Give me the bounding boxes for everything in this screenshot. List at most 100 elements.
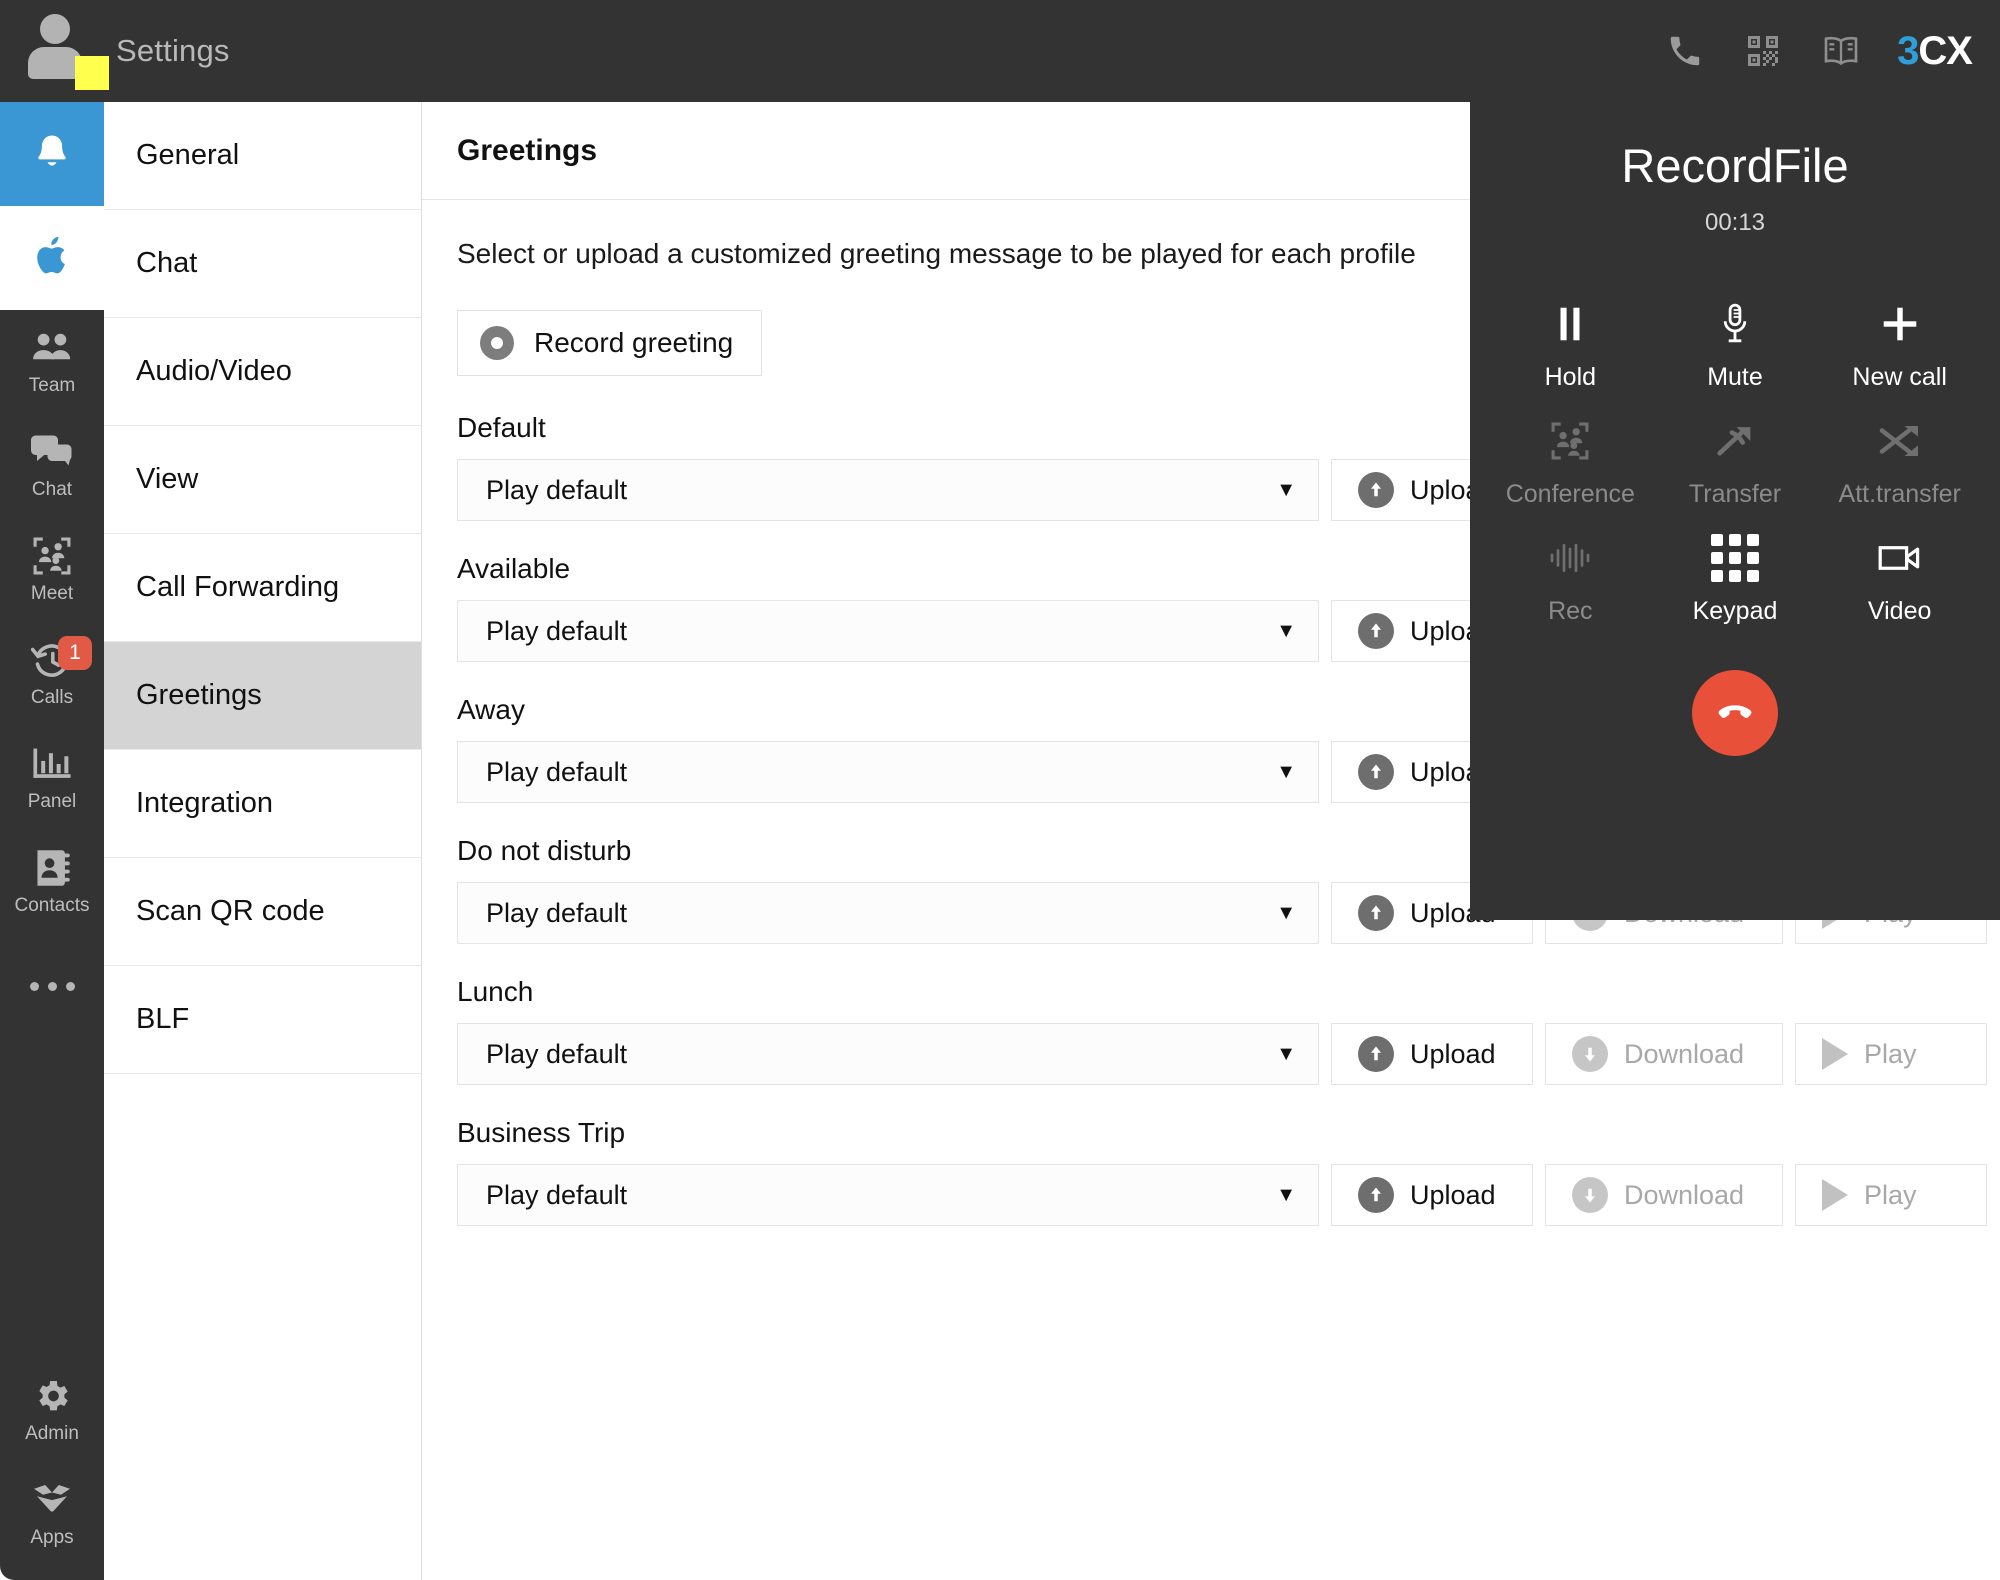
greeting-select-value: Play default — [486, 897, 628, 928]
hangup-button[interactable] — [1692, 670, 1778, 756]
sidebar-item-label: Meet — [30, 583, 74, 604]
settings-menu-item-view[interactable]: View — [104, 426, 421, 534]
play-triangle-icon — [1822, 1038, 1848, 1070]
waveform-icon — [1549, 533, 1591, 583]
menu-item-label: Greetings — [136, 679, 262, 711]
greeting-select-value: Play default — [486, 615, 628, 646]
greeting-select-value: Play default — [486, 1038, 628, 1069]
keypad-icon — [1710, 533, 1759, 583]
greeting-select[interactable]: Play default ▼ — [457, 882, 1319, 944]
record-greeting-label: Record greeting — [534, 327, 734, 358]
greeting-select[interactable]: Play default ▼ — [457, 1023, 1319, 1085]
rec-button[interactable]: Rec — [1488, 533, 1653, 626]
sidebar-item-calls[interactable]: 1 Calls — [0, 622, 104, 726]
sidebar-item-label: Chat — [31, 479, 73, 500]
sidebar-notifications-tile[interactable] — [0, 102, 104, 206]
mute-label: Mute — [1707, 363, 1763, 391]
download-button[interactable]: Download — [1545, 1023, 1783, 1085]
sidebar-item-admin[interactable]: Admin — [0, 1358, 104, 1462]
greeting-select[interactable]: Play default ▼ — [457, 741, 1319, 803]
sidebar-platform-tile[interactable] — [0, 206, 104, 310]
sidebar-item-label: Admin — [25, 1423, 79, 1444]
call-party-name: RecordFile — [1621, 139, 1849, 192]
hold-button[interactable]: Hold — [1488, 299, 1653, 392]
mute-button[interactable]: Mute — [1653, 299, 1818, 392]
new-call-button[interactable]: New call — [1817, 299, 1982, 392]
greeting-row-lunch: Lunch Play default ▼ Upload Download Pla… — [457, 976, 2000, 1085]
settings-menu-item-general[interactable]: General — [104, 102, 421, 210]
sidebar-item-label: Calls — [30, 687, 74, 708]
video-button[interactable]: Video — [1817, 533, 1982, 626]
menu-item-label: Call Forwarding — [136, 571, 340, 603]
pause-icon — [1553, 299, 1587, 349]
settings-menu-item-chat[interactable]: Chat — [104, 210, 421, 318]
phone-icon[interactable] — [1663, 29, 1707, 73]
hangup-phone-icon — [1712, 688, 1758, 739]
settings-menu-item-audio-video[interactable]: Audio/Video — [104, 318, 421, 426]
new-call-label: New call — [1852, 363, 1947, 391]
sidebar-item-meet[interactable]: Meet — [0, 518, 104, 622]
greeting-row-business-trip: Business Trip Play default ▼ Upload Down… — [457, 1117, 2000, 1226]
avatar[interactable] — [0, 0, 109, 102]
upload-arrow-icon — [1358, 754, 1394, 790]
settings-menu-item-integration[interactable]: Integration — [104, 750, 421, 858]
contacts-book-icon — [31, 847, 73, 889]
call-controls-grid: Hold Mute New call Conference Transfer A… — [1470, 299, 2000, 626]
top-bar: Settings 3CX — [0, 0, 2000, 102]
play-button[interactable]: Play — [1795, 1023, 1987, 1085]
play-triangle-icon — [1822, 1179, 1848, 1211]
play-button[interactable]: Play — [1795, 1164, 1987, 1226]
rec-label: Rec — [1548, 597, 1593, 625]
app-window: Settings 3CX Team Chat Meet 1 Calls Pane… — [0, 0, 2000, 1580]
greeting-select[interactable]: Play default ▼ — [457, 459, 1319, 521]
download-label: Download — [1624, 1038, 1745, 1069]
chevron-down-icon: ▼ — [1276, 1042, 1296, 1065]
settings-menu-item-call-forwarding[interactable]: Call Forwarding — [104, 534, 421, 642]
panel-chart-icon — [31, 743, 73, 785]
menu-item-label: Audio/Video — [136, 355, 292, 387]
chevron-down-icon: ▼ — [1276, 619, 1296, 642]
upload-button[interactable]: Upload — [1331, 1164, 1533, 1226]
menu-item-label: View — [136, 463, 199, 495]
sidebar-item-apps[interactable]: Apps — [0, 1462, 104, 1566]
greeting-select[interactable]: Play default ▼ — [457, 1164, 1319, 1226]
greeting-select-value: Play default — [486, 1179, 628, 1210]
upload-arrow-icon — [1358, 1036, 1394, 1072]
record-greeting-button[interactable]: Record greeting — [457, 310, 763, 376]
gear-icon — [31, 1375, 73, 1417]
conference-button[interactable]: Conference — [1488, 416, 1653, 509]
qr-code-icon[interactable] — [1741, 29, 1785, 73]
sidebar-item-chat[interactable]: Chat — [0, 414, 104, 518]
team-icon — [31, 327, 73, 369]
chevron-down-icon: ▼ — [1276, 478, 1296, 501]
transfer-arrow-icon — [1715, 416, 1755, 466]
keypad-button[interactable]: Keypad — [1653, 533, 1818, 626]
greeting-select[interactable]: Play default ▼ — [457, 600, 1319, 662]
download-label: Download — [1624, 1179, 1745, 1210]
menu-item-label: General — [136, 139, 240, 171]
apps-box-icon — [31, 1479, 73, 1521]
chevron-down-icon: ▼ — [1276, 901, 1296, 924]
download-button[interactable]: Download — [1545, 1164, 1783, 1226]
upload-button[interactable]: Upload — [1331, 1023, 1533, 1085]
play-label: Play — [1864, 1179, 1917, 1210]
sidebar-item-label: Apps — [30, 1527, 74, 1548]
att-transfer-button[interactable]: Att.transfer — [1817, 416, 1982, 509]
sidebar-item-contacts[interactable]: Contacts — [0, 830, 104, 934]
settings-menu-item-greetings[interactable]: Greetings — [104, 642, 421, 750]
manual-book-icon[interactable] — [1819, 29, 1863, 73]
settings-menu-item-blf[interactable]: BLF — [104, 966, 421, 1074]
sidebar-item-team[interactable]: Team — [0, 310, 104, 414]
status-badge[interactable] — [75, 56, 109, 90]
sidebar-item-panel[interactable]: Panel — [0, 726, 104, 830]
conference-label: Conference — [1505, 480, 1635, 508]
top-bar-actions: 3CX — [1663, 29, 2000, 74]
transfer-button[interactable]: Transfer — [1653, 416, 1818, 509]
sidebar-item-label: Contacts — [14, 895, 90, 916]
sidebar-item-more[interactable] — [0, 934, 104, 1038]
keypad-label: Keypad — [1692, 597, 1778, 625]
conference-icon — [1550, 416, 1590, 466]
page-title: Settings — [116, 33, 230, 68]
settings-menu-item-scan-qr-code[interactable]: Scan QR code — [104, 858, 421, 966]
bell-icon — [30, 130, 74, 179]
